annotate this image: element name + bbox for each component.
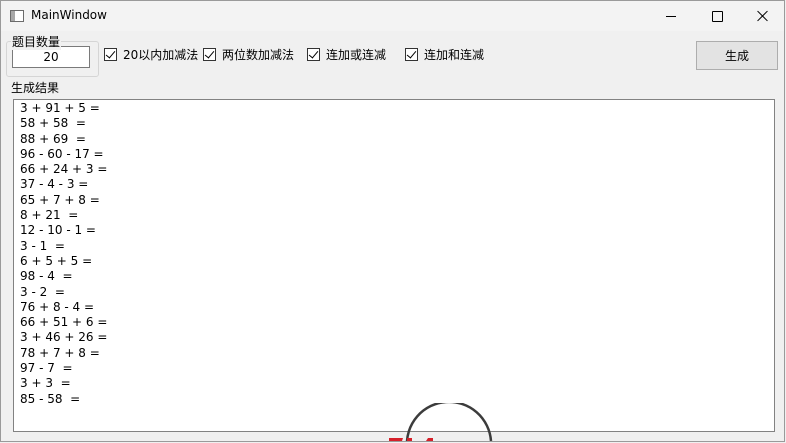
window-title: MainWindow [31, 8, 107, 22]
title-bar[interactable]: MainWindow [1, 1, 784, 31]
result-line: 97 - 7 = [20, 361, 73, 376]
result-line: 3 - 1 = [20, 238, 65, 253]
result-line: 3 + 91 + 5 = [20, 101, 100, 115]
option-two-digit-checkbox[interactable]: 两位数加减法 [203, 46, 294, 62]
generate-button[interactable]: 生成 [696, 41, 778, 70]
checkmark-icon[interactable] [203, 47, 216, 61]
result-line: 3 + 46 + 26 = [20, 330, 108, 345]
maximize-icon [711, 10, 723, 22]
result-line: 98 - 4 = [20, 269, 73, 284]
result-line: 6 + 5 + 5 = [20, 253, 93, 268]
option-label: 两位数加减法 [222, 47, 295, 62]
logo-letter-l [407, 438, 412, 441]
option-label: 20以内加减法 [123, 47, 199, 62]
app-window-icon [10, 10, 24, 22]
close-button[interactable] [740, 1, 784, 31]
close-icon [757, 10, 769, 22]
result-line: 58 + 58 = [20, 116, 86, 131]
result-line: 3 - 2 = [20, 284, 65, 299]
result-line: 37 - 4 - 3 = [20, 177, 89, 192]
result-line: 8 + 21 = [20, 208, 79, 223]
result-line: 12 - 10 - 1 = [20, 223, 96, 238]
result-line: 85 - 58 = [20, 391, 81, 406]
option-20-within-checkbox[interactable]: 20以内加减法 [104, 46, 198, 62]
option-chain-and-checkbox[interactable]: 连加和连减 [405, 46, 484, 62]
maximize-button[interactable] [694, 1, 740, 31]
logo-ring [405, 403, 493, 441]
result-line: 3 + 3 = [20, 376, 71, 391]
result-line: 66 + 51 + 6 = [20, 315, 108, 330]
result-line: 76 + 8 - 4 = [20, 299, 95, 314]
result-line: 96 - 60 - 17 = [20, 146, 104, 161]
minimize-button[interactable] [648, 1, 694, 31]
checkmark-icon[interactable] [104, 47, 117, 61]
checkmark-icon[interactable] [307, 47, 320, 61]
result-line: 65 + 7 + 8 = [20, 192, 100, 207]
checkmark-icon[interactable] [405, 47, 418, 61]
result-textbox[interactable]: 3 + 91 + 5 = 58 + 58 = 88 + 69 = 96 - 60 - … [13, 99, 775, 432]
logo-letter-e [389, 438, 403, 441]
main-window: MainWindow 题目数量 20以内加减法 两位数加减法 连加或连减 连加和… [0, 0, 785, 442]
result-line: 66 + 24 + 3 = [20, 162, 108, 177]
result-label: 生成结果 [11, 81, 60, 95]
option-label: 连加或连减 [326, 47, 387, 62]
option-chain-or-checkbox[interactable]: 连加或连减 [307, 46, 386, 62]
option-label: 连加和连减 [424, 47, 485, 62]
watermark-logo [389, 403, 493, 441]
result-line: 88 + 69 = [20, 131, 86, 146]
result-lines: 3 + 91 + 5 = 58 + 58 = 88 + 69 = 96 - 60 - … [20, 101, 107, 407]
minimize-icon [666, 15, 676, 17]
logo-letter-a [426, 438, 433, 441]
count-group-label: 题目数量 [11, 33, 62, 50]
result-line: 78 + 7 + 8 = [20, 345, 100, 360]
